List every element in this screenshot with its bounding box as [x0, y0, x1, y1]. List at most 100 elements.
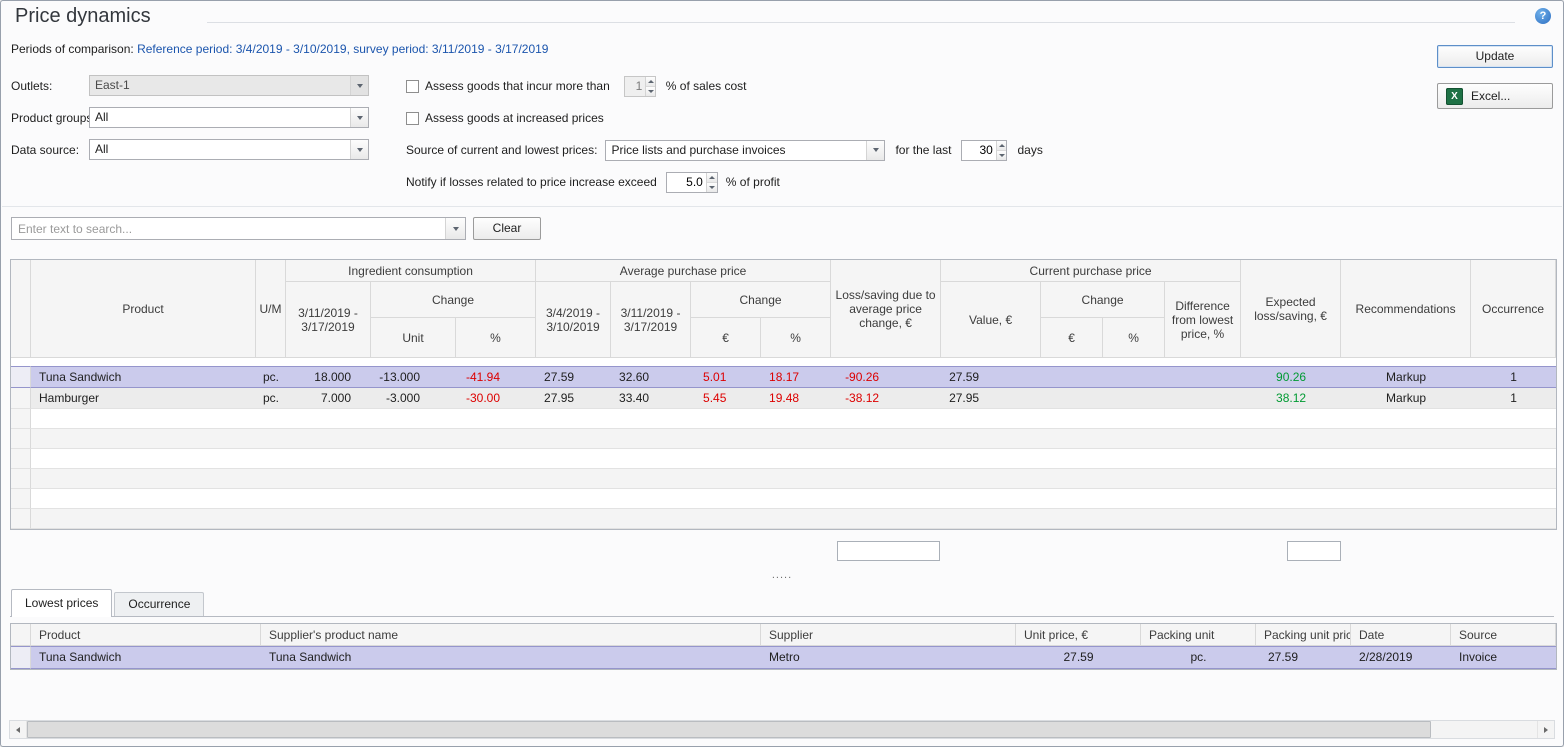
for-last-spinner[interactable]	[961, 140, 1007, 161]
header-expected-loss-saving[interactable]: Expected loss/saving, €	[1241, 260, 1341, 358]
scroll-track[interactable]	[27, 721, 1537, 738]
periods-link[interactable]: Reference period: 3/4/2019 - 3/10/2019, …	[137, 42, 548, 56]
scroll-right-button[interactable]	[1537, 721, 1554, 738]
header-packing-unit-price[interactable]: Packing unit pric...	[1256, 624, 1351, 646]
header-ref-period[interactable]: 3/4/2019 - 3/10/2019	[536, 282, 611, 358]
scroll-left-button[interactable]	[10, 721, 27, 738]
table-row-empty[interactable]	[11, 489, 1556, 509]
assess-cost-checkbox[interactable]	[406, 80, 419, 93]
lowest-prices-table: Product Supplier's product name Supplier…	[10, 623, 1557, 670]
table-row-empty[interactable]	[11, 509, 1556, 529]
table-row[interactable]: Hamburger pc. 7.000 -3.000 -30.00 27.95 …	[11, 388, 1556, 409]
excel-icon: X	[1446, 88, 1463, 105]
chevron-down-icon[interactable]	[350, 76, 368, 95]
table-row-empty[interactable]	[11, 409, 1556, 429]
table-row[interactable]: Tuna Sandwich Tuna Sandwich Metro 27.59 …	[11, 646, 1556, 669]
tab-lowest-prices[interactable]: Lowest prices	[11, 589, 112, 617]
spinner-down-icon[interactable]	[646, 87, 654, 96]
header-product[interactable]: Product	[31, 624, 261, 646]
header-avg-purchase-price[interactable]: Average purchase price	[536, 260, 831, 282]
change-pct-cell: -30.00	[456, 388, 536, 409]
periods-label: Periods of comparison:	[11, 42, 134, 56]
spinner-down-icon[interactable]	[997, 151, 1007, 160]
price-source-value: Price lists and purchase invoices	[606, 141, 866, 160]
chevron-down-icon[interactable]	[350, 140, 368, 159]
assess-cost-spinner[interactable]	[624, 76, 656, 97]
header-change-euro[interactable]: €	[691, 318, 761, 358]
avg-change-pct-cell: 19.48	[761, 388, 831, 409]
recommendation-cell: Markup	[1341, 388, 1471, 409]
spinner-up-icon[interactable]	[646, 77, 654, 87]
header-diff-from-lowest[interactable]: Difference from lowest price, %	[1165, 282, 1241, 358]
current-value-cell: 27.95	[941, 388, 1041, 409]
table-row-empty[interactable]	[11, 469, 1556, 489]
header-consumption-change[interactable]: Change	[371, 282, 536, 318]
product-groups-select[interactable]: All	[89, 107, 369, 128]
tab-occurrence[interactable]: Occurrence	[114, 592, 204, 616]
for-last-input[interactable]	[962, 141, 995, 160]
header-avg-change[interactable]: Change	[691, 282, 831, 318]
data-source-select[interactable]: All	[89, 139, 369, 160]
notify-label: Notify if losses related to price increa…	[406, 175, 657, 189]
header-change-percent[interactable]: %	[761, 318, 831, 358]
notify-group: Notify if losses related to price increa…	[406, 171, 780, 193]
consumption-cell: 18.000	[286, 366, 371, 388]
header-ingredient-consumption[interactable]: Ingredient consumption	[286, 260, 536, 282]
horizontal-scrollbar[interactable]	[9, 720, 1555, 739]
header-current-change[interactable]: Change	[1041, 282, 1165, 318]
help-icon[interactable]: ?	[1535, 8, 1551, 24]
filter-row-data-source: Data source: All Source of current and l…	[1, 139, 1333, 161]
outlets-select[interactable]: East-1	[89, 75, 369, 96]
header-packing-unit[interactable]: Packing unit	[1141, 624, 1256, 646]
header-occurrence[interactable]: Occurrence	[1471, 260, 1556, 358]
table-row[interactable]: Tuna Sandwich pc. 18.000 -13.000 -41.94 …	[11, 366, 1556, 388]
header-value-euro[interactable]: Value, €	[941, 282, 1041, 358]
notify-input[interactable]	[667, 173, 706, 192]
header-change-percent[interactable]: %	[1103, 318, 1165, 358]
excel-button[interactable]: X Excel...	[1437, 83, 1553, 109]
chevron-down-icon[interactable]	[866, 141, 884, 160]
chevron-down-icon[interactable]	[445, 218, 465, 239]
current-change-pct-cell	[1103, 388, 1165, 409]
splitter-handle[interactable]: .....	[1, 570, 1563, 582]
assess-cost-group: Assess goods that incur more than % of s…	[406, 75, 746, 97]
header-current-purchase-price[interactable]: Current purchase price	[941, 260, 1241, 282]
header-product[interactable]: Product	[31, 260, 256, 358]
spinner-up-icon[interactable]	[997, 141, 1007, 151]
current-change-eur-cell	[1041, 388, 1103, 409]
header-change-euro[interactable]: €	[1041, 318, 1103, 358]
spinner-up-icon[interactable]	[707, 173, 717, 183]
product-groups-label: Product groups:	[11, 107, 96, 129]
header-consumption-period[interactable]: 3/11/2019 - 3/17/2019	[286, 282, 371, 358]
header-change-percent[interactable]: %	[456, 318, 536, 358]
header-loss-saving-avg[interactable]: Loss/saving due to average price change,…	[831, 260, 941, 358]
clear-button[interactable]: Clear	[473, 217, 541, 240]
assess-increased-checkbox[interactable]	[406, 112, 419, 125]
header-supplier[interactable]: Supplier	[761, 624, 1016, 646]
update-button[interactable]: Update	[1437, 45, 1553, 68]
table-row-empty[interactable]	[11, 429, 1556, 449]
source-cell: Invoice	[1451, 646, 1556, 669]
chevron-down-icon[interactable]	[350, 108, 368, 127]
header-change-unit[interactable]: Unit	[371, 318, 456, 358]
header-supplier-product-name[interactable]: Supplier's product name	[261, 624, 761, 646]
notify-spinner[interactable]	[666, 172, 718, 193]
header-recommendations[interactable]: Recommendations	[1341, 260, 1471, 358]
price-source-select[interactable]: Price lists and purchase invoices	[605, 140, 885, 161]
table-row-empty[interactable]	[11, 449, 1556, 469]
outlets-value: East-1	[90, 76, 350, 95]
header-date[interactable]: Date	[1351, 624, 1451, 646]
diff-lowest-cell	[1165, 366, 1241, 388]
header-survey-period[interactable]: 3/11/2019 - 3/17/2019	[611, 282, 691, 358]
change-pct-cell: -41.94	[456, 366, 536, 388]
assess-cost-input[interactable]	[625, 77, 646, 96]
header-um[interactable]: U/M	[256, 260, 286, 358]
search-input[interactable]	[12, 218, 445, 239]
header-source[interactable]: Source	[1451, 624, 1556, 646]
header-unit-price[interactable]: Unit price, €	[1016, 624, 1141, 646]
avg-ref-cell: 27.95	[536, 388, 611, 409]
spinner-down-icon[interactable]	[707, 183, 717, 192]
scroll-thumb[interactable]	[27, 721, 1431, 738]
assess-increased-label: Assess goods at increased prices	[425, 111, 604, 125]
panel-separator	[2, 206, 1562, 207]
